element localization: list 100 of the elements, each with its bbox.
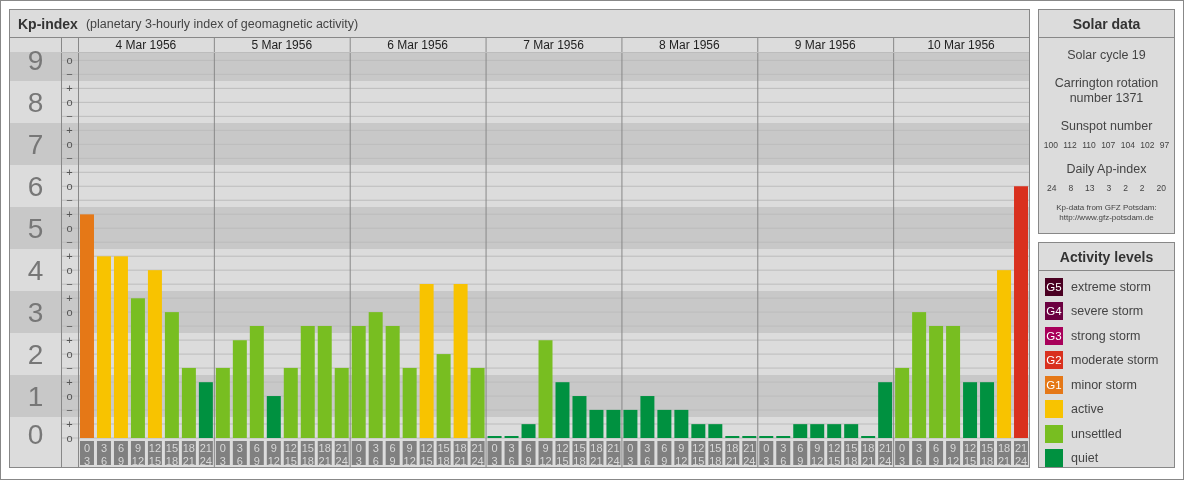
hour-range-label: 6 9 <box>929 441 944 467</box>
minor-tick-label: − <box>66 235 73 248</box>
hour-range-label: 3 6 <box>776 441 791 467</box>
x-tick-label: 3 6 <box>780 442 787 467</box>
ap-value: 20 <box>1156 183 1166 193</box>
minor-tick-label: − <box>66 109 73 122</box>
carrington-text: Carrington rotation number 1371 <box>1053 76 1160 106</box>
hour-range-label: 18 21 <box>317 441 332 467</box>
minor-tick-label: − <box>66 403 73 416</box>
legend-label: active <box>1071 402 1104 417</box>
hour-range-label: 6 9 <box>793 441 808 467</box>
minor-tick-label: − <box>66 151 73 164</box>
x-tick-label: 3 6 <box>372 442 379 467</box>
minor-tick-label: o <box>66 431 73 444</box>
ap-value: 2 <box>1123 183 1128 193</box>
hour-range-label: 0 3 <box>623 441 638 467</box>
hour-range-label: 15 18 <box>844 441 859 467</box>
kp-level-label: 7 <box>27 129 44 161</box>
x-tick-label: 0 3 <box>219 442 226 467</box>
hour-range-label: 9 12 <box>266 441 281 467</box>
day-label: 5 Mar 1956 <box>251 38 313 52</box>
hour-range-label: 9 12 <box>402 441 417 467</box>
minor-tick-label: + <box>66 249 73 262</box>
hour-range-label: 21 24 <box>470 441 485 467</box>
hour-range-label: 21 24 <box>334 441 349 467</box>
hour-range-label: 21 24 <box>606 441 621 467</box>
minor-tick-label: o <box>66 347 73 360</box>
minor-tick-label: + <box>66 165 73 178</box>
minor-tick-label: + <box>66 375 73 388</box>
minor-tick-label: − <box>66 67 73 80</box>
minor-tick-label: + <box>66 291 73 304</box>
hour-range-label: 21 24 <box>878 441 893 467</box>
scale-badge: G2 <box>1045 351 1063 370</box>
legend-label: severe storm <box>1071 304 1144 319</box>
hour-range-label: 3 6 <box>97 441 111 467</box>
hour-range-label: 12 15 <box>419 441 434 467</box>
hour-range-label: 6 9 <box>385 441 400 467</box>
source-note: http://www.gfz-potsdam.de <box>1059 213 1154 223</box>
ap-value: 2 <box>1139 183 1145 193</box>
panel-title: Kp-index <box>18 15 78 32</box>
x-tick-label: 0 3 <box>899 442 906 467</box>
sunspot-value: 110 <box>1082 140 1096 150</box>
sunspot-value: 104 <box>1120 140 1135 150</box>
hour-range-label: 12 15 <box>691 441 706 467</box>
kp-level-label: 0 <box>27 419 44 450</box>
hour-range-label: 18 21 <box>181 441 196 467</box>
minor-tick-label: o <box>66 95 73 108</box>
x-tick-label: 6 9 <box>797 442 804 467</box>
x-tick-label: 6 9 <box>525 442 532 467</box>
kp-level-label: 6 <box>27 171 44 203</box>
x-tick-label: 0 3 <box>491 442 498 467</box>
minor-tick-label: + <box>66 333 73 346</box>
hour-range-label: 9 12 <box>538 441 553 467</box>
hour-range-label: 18 21 <box>725 441 740 467</box>
ap-value: 13 <box>1085 183 1095 193</box>
hour-range-label: 12 15 <box>283 441 298 467</box>
hour-range-label: 12 15 <box>555 441 570 467</box>
hour-range-label: 6 9 <box>657 441 672 467</box>
minor-tick-label: o <box>66 389 73 402</box>
panel-title: Activity levels <box>1039 243 1174 271</box>
hour-range-label: 15 18 <box>708 441 723 467</box>
panel-subtitle: (planetary 3-hourly index of geomagnetic activity) <box>85 16 359 31</box>
scale-badge: G1 <box>1045 375 1063 394</box>
hour-range-label: 6 9 <box>113 441 128 467</box>
hour-range-label: 21 24 <box>1014 441 1028 467</box>
minor-tick-label: − <box>66 319 73 332</box>
scale-badge: G5 <box>1045 277 1063 296</box>
hour-range-label: 3 6 <box>368 441 383 467</box>
hour-range-label: 0 3 <box>895 441 910 467</box>
hour-range-label: 15 18 <box>164 441 179 467</box>
day-label: 8 Mar 1956 <box>659 38 720 52</box>
x-tick-label: 6 9 <box>117 442 125 467</box>
legend-label: moderate storm <box>1071 353 1159 368</box>
source-note: Kp-data from GFZ Potsdam: <box>1056 203 1157 213</box>
hour-range-label: 6 9 <box>521 441 536 467</box>
sunspot-heading: Sunspot number <box>1060 119 1153 134</box>
hour-range-label: 9 12 <box>674 441 689 467</box>
x-tick-label: 0 3 <box>763 442 770 467</box>
x-tick-label: 6 9 <box>253 442 260 467</box>
day-label: 4 Mar 1956 <box>115 38 177 52</box>
hour-range-label: 9 12 <box>810 441 825 467</box>
x-tick-label: 6 9 <box>389 442 396 467</box>
x-tick-label: 6 9 <box>661 442 668 467</box>
x-tick-label: 3 6 <box>916 442 923 467</box>
minor-tick-label: − <box>66 277 73 290</box>
hour-range-label: 15 18 <box>300 441 315 467</box>
ap-heading: Daily Ap-index <box>1066 162 1147 177</box>
hour-range-label: 15 18 <box>436 441 451 467</box>
x-tick-label: 6 9 <box>933 442 940 467</box>
minor-tick-label: o <box>66 221 73 234</box>
minor-tick-label: o <box>66 137 73 150</box>
minor-tick-label: o <box>66 263 73 276</box>
minor-tick-label: o <box>66 53 73 66</box>
hour-range-label: 18 21 <box>861 441 876 467</box>
legend-label: strong storm <box>1071 328 1141 343</box>
legend-label: quiet <box>1071 451 1099 466</box>
hour-range-label: 3 6 <box>232 441 247 467</box>
sunspot-value: 107 <box>1101 140 1116 150</box>
hour-range-label: 9 12 <box>130 441 145 467</box>
hour-range-label: 6 9 <box>249 441 264 467</box>
